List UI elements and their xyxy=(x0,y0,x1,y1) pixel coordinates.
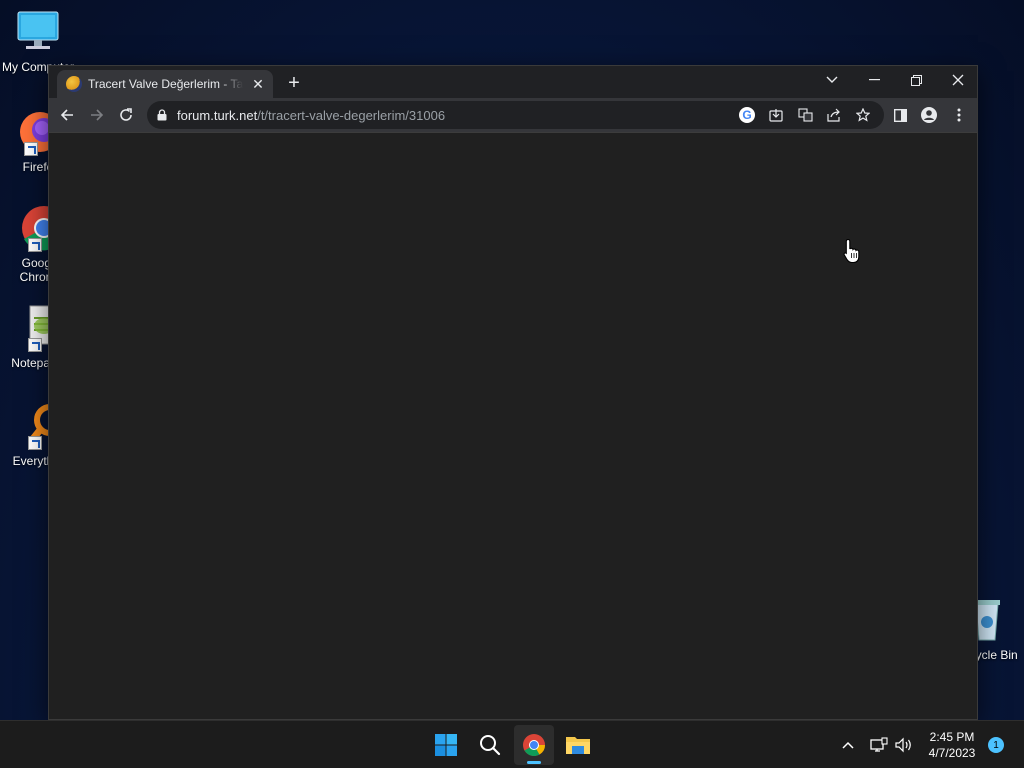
reload-button[interactable] xyxy=(112,101,140,129)
profile-avatar-icon xyxy=(921,107,937,123)
url-path: /t/tracert-valve-degerlerim/31006 xyxy=(257,107,446,123)
taskbar-file-explorer-button[interactable] xyxy=(558,725,598,765)
arrow-right-icon xyxy=(91,109,104,121)
shortcut-arrow-icon xyxy=(28,436,42,450)
tab-title: Tracert Valve Değerlerim - Talepler xyxy=(88,77,243,91)
shortcut-arrow-icon xyxy=(28,338,42,352)
site-favicon-icon xyxy=(66,76,82,92)
url-host: forum.turk.net xyxy=(177,107,258,123)
speaker-icon xyxy=(895,737,911,753)
install-icon xyxy=(769,109,783,122)
shortcut-arrow-icon xyxy=(28,238,42,252)
tab-active[interactable]: Tracert Valve Değerlerim - Talepler ✕ xyxy=(57,70,273,98)
network-button[interactable] xyxy=(868,721,890,768)
taskbar: 2:45 PM 4/7/2023 xyxy=(0,720,1024,768)
volume-button[interactable] xyxy=(893,721,915,768)
show-hidden-icons-button[interactable] xyxy=(836,721,860,768)
minimize-button[interactable] xyxy=(853,66,895,94)
url-text[interactable]: forum.turk.net/t/tracert-valve-degerleri… xyxy=(177,108,445,123)
reload-icon xyxy=(120,108,132,121)
taskbar-clock[interactable]: 2:45 PM 4/7/2023 xyxy=(916,729,988,761)
clock-date: 4/7/2023 xyxy=(928,746,976,760)
tab-strip: Tracert Valve Değerlerim - Talepler ✕ + xyxy=(49,66,977,98)
close-window-button[interactable] xyxy=(937,66,979,94)
folder-icon xyxy=(566,737,590,754)
profile-button[interactable] xyxy=(915,101,943,129)
page-viewport[interactable] xyxy=(49,132,977,719)
google-lens-button[interactable]: G xyxy=(733,101,761,129)
hand-cursor-icon xyxy=(843,238,861,269)
translate-button[interactable] xyxy=(791,101,819,129)
chrome-window: Tracert Valve Değerlerim - Talepler ✕ + xyxy=(48,65,978,720)
notification-badge[interactable]: 1 xyxy=(988,737,1004,753)
running-indicator xyxy=(527,761,541,764)
restore-icon xyxy=(910,74,922,86)
forward-button[interactable] xyxy=(83,101,111,129)
close-icon xyxy=(952,74,964,86)
tab-close-button[interactable]: ✕ xyxy=(249,75,267,93)
taskbar-chrome-button[interactable] xyxy=(514,725,554,765)
side-panel-icon xyxy=(893,108,907,122)
new-tab-button[interactable]: + xyxy=(283,72,305,94)
menu-button[interactable] xyxy=(945,101,973,129)
google-icon: G xyxy=(739,107,755,123)
chrome-icon xyxy=(523,734,545,756)
search-icon xyxy=(480,735,501,756)
windows-logo-icon xyxy=(435,734,457,756)
back-button[interactable] xyxy=(53,101,81,129)
browser-toolbar: forum.turk.net/t/tracert-valve-degerleri… xyxy=(49,98,977,132)
clock-time: 2:45 PM xyxy=(929,730,975,744)
search-button[interactable] xyxy=(470,725,510,765)
monitor-icon xyxy=(14,8,62,56)
translate-icon xyxy=(797,108,813,122)
address-bar[interactable]: forum.turk.net/t/tracert-valve-degerleri… xyxy=(147,101,884,129)
share-button[interactable] xyxy=(820,101,848,129)
tab-search-button[interactable] xyxy=(811,66,853,94)
shortcut-arrow-icon xyxy=(24,142,38,156)
minimize-icon xyxy=(868,79,880,81)
chevron-up-icon xyxy=(842,741,854,749)
arrow-left-icon xyxy=(60,109,73,121)
lock-icon[interactable] xyxy=(147,109,177,121)
install-app-button[interactable] xyxy=(762,101,790,129)
share-icon xyxy=(827,108,840,122)
side-panel-button[interactable] xyxy=(886,101,914,129)
restore-button[interactable] xyxy=(895,66,937,94)
desktop: My Computer Firefox Google Chrome Notepa… xyxy=(0,0,1024,768)
star-icon xyxy=(856,108,870,122)
chevron-down-icon xyxy=(826,76,838,83)
bookmark-star-button[interactable] xyxy=(849,101,877,129)
start-button[interactable] xyxy=(426,725,466,765)
network-icon xyxy=(870,737,888,752)
kebab-menu-icon xyxy=(957,108,961,122)
